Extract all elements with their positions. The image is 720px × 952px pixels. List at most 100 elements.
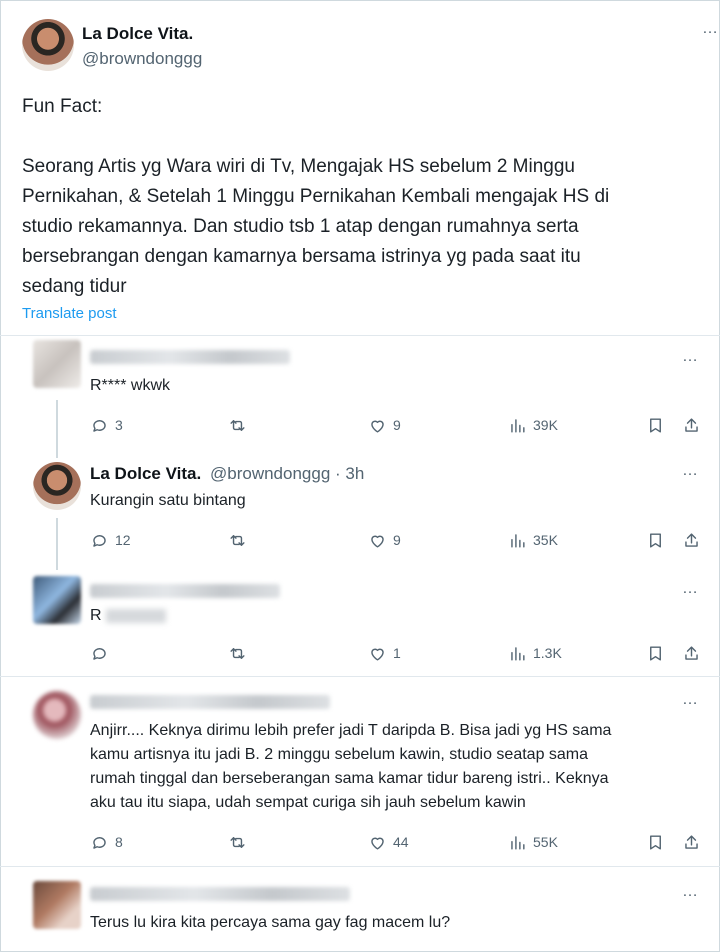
more-options-icon[interactable]: … [682,691,699,709]
views-button[interactable]: 39K [508,414,558,436]
bookmark-button[interactable] [646,831,665,853]
reply-count: 3 [115,417,123,433]
views-count: 35K [533,532,558,548]
views-button[interactable]: 1.3K [508,642,562,664]
action-bar: 3 9 39K [90,414,710,436]
share-icon [685,834,698,849]
reply-text-visible: R [90,607,102,624]
views-button[interactable]: 55K [508,831,558,853]
reply-icon [93,419,106,432]
reply-text: Terus lu kira kita percaya sama gay fag … [90,914,451,931]
like-button[interactable]: 44 [368,831,409,853]
bookmark-button[interactable] [646,529,665,551]
views-icon [511,646,525,661]
bookmark-button[interactable] [646,642,665,664]
views-count: 39K [533,417,558,433]
blurred-username [90,350,290,364]
reply-button[interactable]: 3 [90,414,123,436]
like-icon [371,648,384,661]
like-icon [371,535,384,548]
retweet-button[interactable] [228,831,247,853]
retweet-icon [230,419,245,431]
reply-avatar[interactable] [33,340,81,388]
reply-handle-time[interactable]: @browndonggg · 3h [210,464,364,484]
retweet-button[interactable] [228,414,247,436]
reply-text-line: kamu artisnya itu jadi B. 2 minggu sebel… [90,746,589,763]
action-bar: 8 44 55K [90,831,710,853]
reply-author-name[interactable]: La Dolce Vita. [90,464,201,484]
blurred-username [90,887,350,901]
more-options-icon[interactable]: … [702,20,719,38]
reply-text-line: Anjirr.... Keknya dirimu lebih prefer ja… [90,722,612,739]
reply-icon [93,836,106,849]
like-button[interactable]: 9 [368,529,401,551]
bookmark-icon [650,645,661,661]
thread-line [56,518,58,570]
author-handle[interactable]: @browndonggg [82,49,202,69]
reply-icon [93,647,106,660]
share-icon [685,532,698,547]
reply-avatar[interactable] [33,576,81,624]
reply-button[interactable] [90,642,109,664]
share-button[interactable] [682,642,701,664]
retweet-icon [230,534,245,546]
bookmark-icon [650,417,661,433]
reply-text-line: rumah tinggal dan berseberangan sama kam… [90,770,609,787]
share-button[interactable] [682,529,701,551]
more-options-icon[interactable]: … [682,580,699,598]
blurred-username [90,584,280,598]
bookmark-icon [650,532,661,548]
retweet-button[interactable] [228,529,247,551]
like-count: 9 [393,532,401,548]
like-button[interactable]: 1 [368,642,401,664]
share-button[interactable] [682,831,701,853]
blurred-username [90,695,330,709]
like-icon [371,420,384,433]
reply-count: 12 [115,532,131,548]
reply-icon [93,534,106,547]
like-count: 1 [393,645,401,661]
divider [0,676,720,677]
divider [0,866,720,867]
reply-text: R [90,604,167,628]
blurred-text [106,608,167,623]
reply-text-line: aku tau itu siapa, udah sempat curiga si… [90,794,526,811]
views-count: 1.3K [533,645,562,661]
views-button[interactable]: 35K [508,529,558,551]
more-options-icon[interactable]: … [682,462,699,480]
bookmark-button[interactable] [646,414,665,436]
views-icon [511,533,525,548]
author-avatar[interactable] [22,19,74,71]
reply-text: R**** wkwk [90,377,171,394]
action-bar: 12 9 35K [90,529,710,551]
reply-text: Anjirr.... Keknya dirimu lebih prefer ja… [90,719,611,815]
retweet-icon [230,647,245,659]
like-count: 44 [393,834,409,850]
thread-line [56,400,58,458]
like-count: 9 [393,417,401,433]
more-options-icon[interactable]: … [682,883,699,901]
share-icon [685,417,698,432]
reply-avatar[interactable] [33,462,81,510]
author-name[interactable]: La Dolce Vita. [82,24,193,44]
reply-avatar[interactable] [33,691,81,739]
retweet-button[interactable] [228,642,247,664]
share-button[interactable] [682,414,701,436]
more-options-icon[interactable]: … [682,348,699,366]
views-icon [511,418,525,433]
divider [0,335,720,336]
views-count: 55K [533,834,558,850]
reply-button[interactable]: 8 [90,831,123,853]
translate-post-link[interactable]: Translate post [22,305,117,322]
retweet-icon [230,836,245,848]
like-button[interactable]: 9 [368,414,401,436]
reply-count: 8 [115,834,123,850]
reply-button[interactable]: 12 [90,529,131,551]
action-bar: 1 1.3K [90,642,710,664]
share-icon [685,645,698,660]
bookmark-icon [650,834,661,850]
views-icon [511,835,525,850]
reply-avatar[interactable] [33,881,81,929]
post-text: Fun Fact: Seorang Artis yg Wara wiri di … [22,96,610,297]
like-icon [371,837,384,850]
